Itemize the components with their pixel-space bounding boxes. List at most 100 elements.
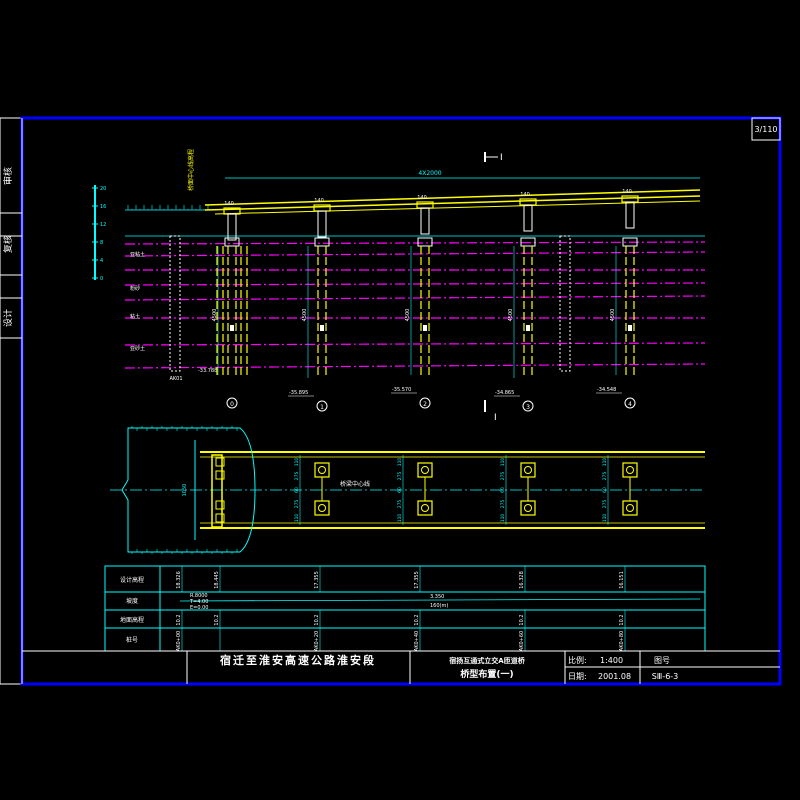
abutment-pile-plan (215, 500, 225, 510)
pile-plan-square (622, 500, 638, 516)
bottom-elevation: -34.865 (495, 390, 514, 396)
abutment-pile-plan (215, 513, 225, 523)
soil-layer-line (124, 342, 706, 346)
table-columns: 18.326 10.2 18.445 10.2 17.355 10.2 17.355 10.2… (176, 566, 626, 651)
pile-cap (314, 237, 330, 247)
design-elevation: 18.326 (176, 571, 182, 589)
plan-dim-label: 60 (500, 487, 506, 493)
pile-plan-square (622, 462, 638, 478)
curve-external: E=0.00 (190, 605, 208, 611)
station-label: AK0+80 (619, 631, 625, 651)
drawing-title: 桥型布置(一) (460, 668, 513, 680)
pile-plan-circle (626, 504, 634, 512)
ground-elevation: 10.2 (414, 614, 420, 625)
soil-layer-line (124, 241, 706, 245)
pile-length-label: 4500 (405, 309, 411, 322)
section-mark-top: Ⅰ (500, 153, 503, 163)
engineering-drawing: 审核 复核 设计 3/110 201612840 4X2000 桥面中心线高程 … (0, 116, 782, 686)
soil-layer-line (124, 282, 706, 286)
soil-label-4: 亚砂土 (130, 345, 145, 352)
pile-marker (230, 325, 234, 331)
pile-plan-square (314, 500, 330, 516)
table-label-station: 桩号 (126, 636, 138, 644)
pile-marker (628, 325, 632, 331)
pile-marker (320, 325, 324, 331)
pile-cap (417, 237, 433, 247)
drawing-subtitle: 宿扬互通式立交A匝道桥 (449, 656, 525, 665)
review-label-design: 设计 (2, 309, 14, 327)
pile-plan-circle (318, 466, 326, 474)
plan-dim-label: 110 (397, 514, 403, 523)
scale-tick-label: 4 (100, 258, 103, 264)
pile-cap (224, 237, 240, 247)
table-label-ground: 地面高程 (120, 616, 144, 624)
borehole-mark: AK01 (169, 376, 182, 382)
profile-table: 设计高程 坡度 地面高程 桩号 3.350 160(m) R.8000 T=4.… (104, 565, 706, 652)
drawing-no: SⅢ-6-3 (652, 672, 679, 681)
abutment-pile-plan (215, 457, 225, 467)
ground-elevation: 10.2 (214, 614, 220, 625)
pile-plan-square (417, 500, 433, 516)
pier-cap-width: 140 (314, 198, 324, 204)
pile-plan-square (417, 462, 433, 478)
design-elevation: 17.355 (414, 571, 420, 589)
design-elevation: 18.445 (214, 571, 220, 589)
plan-dim-label: 60 (602, 487, 608, 493)
scale-label: 比例: (568, 655, 587, 665)
review-label-audit: 审核 (2, 167, 14, 185)
ground-elevation: 10.2 (619, 614, 625, 625)
table-label-design: 设计高程 (120, 576, 144, 584)
ground-hatch-lines (127, 205, 209, 210)
plan-view: 桥梁中心线 1050 11027560275110110275602751101… (110, 426, 705, 554)
soil-layer-labels: 亚粘土 粉砂 粘土 亚砂土 (130, 251, 145, 352)
bottom-elevation: -35.570 (392, 387, 411, 393)
plan-width-label: 1050 (182, 484, 188, 497)
pile-plan-square (314, 462, 330, 478)
pier-cap-width: 140 (520, 192, 530, 198)
plan-dim-label: 110 (397, 458, 403, 467)
bottom-elevation: -35.895 (289, 390, 308, 396)
review-label-check: 复核 (2, 235, 14, 253)
pile-plan-circle (626, 466, 634, 474)
pile-length-label: 4500 (610, 309, 616, 322)
project-name: 宿迁至淮安高速公路淮安段 (220, 653, 376, 667)
pile-cap (520, 237, 536, 247)
drawing-no-label: 图号 (654, 656, 670, 665)
plan-dim-label: 110 (294, 458, 300, 467)
plan-dim-label: 275 (397, 472, 403, 481)
scale-tick-label: 0 (100, 276, 103, 282)
plan-dim-label: 275 (397, 500, 403, 509)
plan-dim-label: 275 (294, 500, 300, 509)
pile-plan-circle (421, 466, 429, 474)
scale-tick-label: 8 (100, 240, 103, 246)
date-label: 日期: (568, 672, 587, 681)
plan-piers: 110 275 60 275 110 110 275 60 275 110 110 275 60 275 1… (211, 454, 638, 528)
slope-value: 3.350 (430, 594, 444, 600)
plan-dim-label: 275 (602, 500, 608, 509)
plan-dim-label: 275 (500, 472, 506, 481)
sheet-number: 3/110 (754, 125, 777, 134)
span-total-label: 4X2000 (418, 170, 441, 177)
borehole-right (559, 235, 571, 372)
soil-layer-line (124, 295, 706, 301)
pier-number: 2 (423, 401, 427, 408)
soil-label-1: 亚粘土 (130, 251, 145, 258)
scale-value: 1:400 (600, 656, 623, 665)
pile-plan-square (520, 462, 536, 478)
ground-elevation: 10.2 (176, 614, 182, 625)
abutment-pile-plan (215, 470, 225, 480)
pile-plan-circle (318, 504, 326, 512)
pier-number: 0 (230, 401, 234, 408)
design-elevation: 17.355 (314, 571, 320, 589)
design-elevation: 16.151 (619, 571, 625, 589)
soil-label-2: 粉砂 (130, 285, 140, 292)
pile-plan-circle (524, 466, 532, 474)
soil-layer-line (124, 251, 706, 257)
plan-dim-label: 60 (397, 487, 403, 493)
pier-number: 3 (526, 404, 530, 411)
plan-dim-label: 275 (294, 472, 300, 481)
station-label: AK0+00 (176, 631, 182, 651)
ground-elevation: 10.2 (519, 614, 525, 625)
pile-marker (423, 325, 427, 331)
plan-dim-label: 110 (602, 458, 608, 467)
